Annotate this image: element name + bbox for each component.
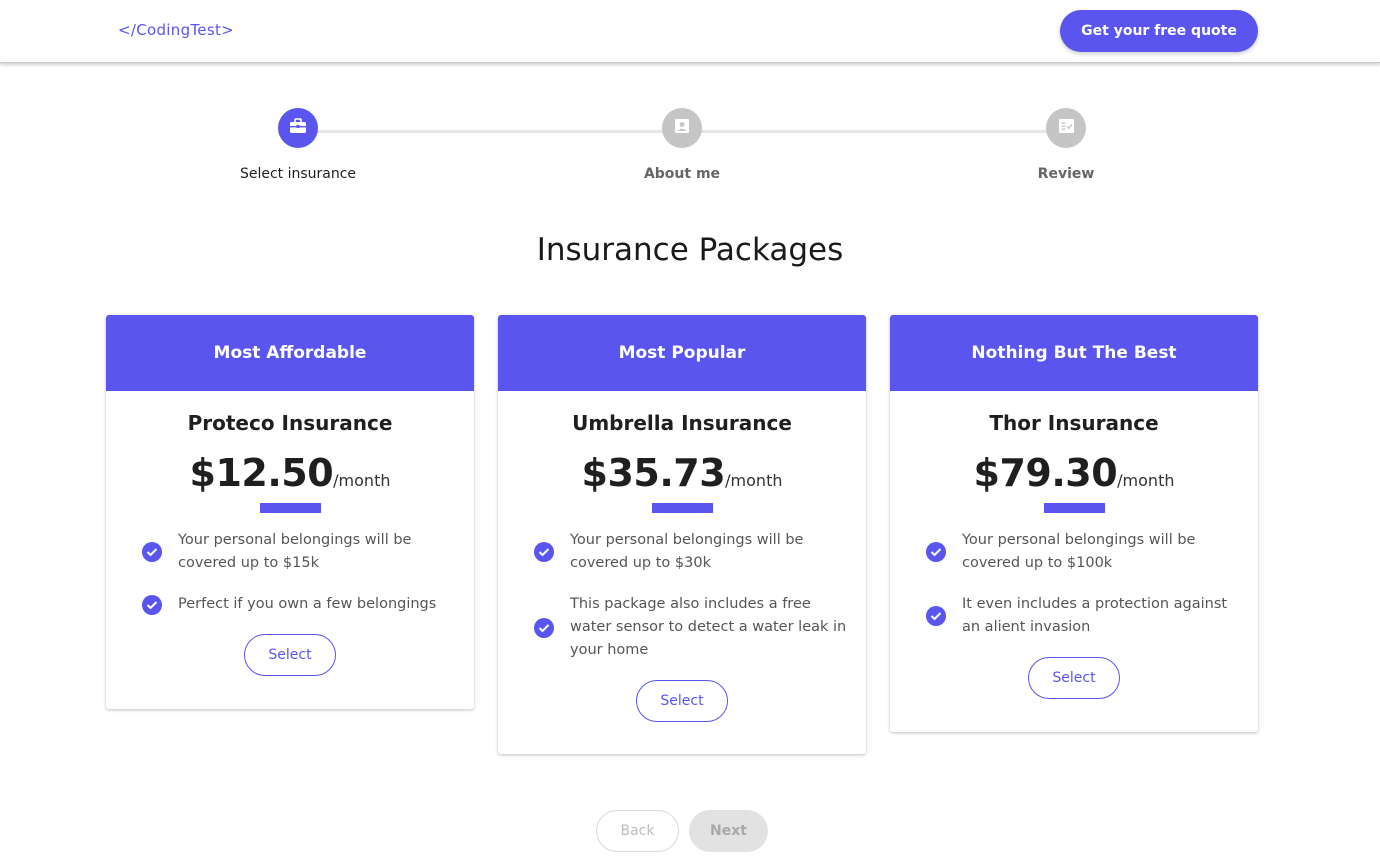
package-card: Most Affordable Proteco Insurance $12.50… — [106, 315, 474, 709]
feature-text: Your personal belongings will be covered… — [570, 532, 804, 571]
feature-item: Your personal belongings will be covered… — [908, 529, 1240, 575]
price-underline — [1043, 503, 1105, 513]
feature-text: This package also includes a free water … — [570, 596, 847, 658]
feature-list: Your personal belongings will be covered… — [890, 529, 1258, 639]
check-circle-icon — [926, 542, 946, 562]
price-underline — [259, 503, 321, 513]
next-button[interactable]: Next — [689, 810, 768, 852]
feature-item: It even includes a protection against an… — [908, 593, 1240, 639]
package-card: Nothing But The Best Thor Insurance $79.… — [890, 315, 1258, 732]
package-price: $35.73 — [581, 451, 726, 495]
price-row: $79.30/month — [890, 451, 1258, 495]
step-circle — [278, 108, 318, 148]
price-row: $12.50/month — [106, 451, 474, 495]
price-period: /month — [1117, 471, 1175, 490]
package-tier: Most Popular — [498, 315, 866, 391]
package-card: Most Popular Umbrella Insurance $35.73/m… — [498, 315, 866, 754]
feature-text: Your personal belongings will be covered… — [178, 532, 412, 571]
check-circle-icon — [926, 606, 946, 626]
step-circle — [1046, 108, 1086, 148]
feature-item: Your personal belongings will be covered… — [516, 529, 848, 575]
step-label: About me — [643, 166, 721, 182]
feature-list: Your personal belongings will be covered… — [106, 529, 474, 616]
select-button[interactable]: Select — [244, 634, 336, 676]
contact-card-icon — [674, 118, 690, 138]
feature-text: Your personal belongings will be covered… — [962, 532, 1196, 571]
feature-item: This package also includes a free water … — [516, 593, 848, 662]
package-price: $79.30 — [973, 451, 1118, 495]
feature-list: Your personal belongings will be covered… — [498, 529, 866, 662]
price-row: $35.73/month — [498, 451, 866, 495]
page-title: Insurance Packages — [536, 232, 844, 268]
price-period: /month — [725, 471, 783, 490]
feature-item: Perfect if you own a few belongings — [124, 593, 456, 616]
select-button[interactable]: Select — [636, 680, 728, 722]
select-button[interactable]: Select — [1028, 657, 1120, 699]
back-button[interactable]: Back — [596, 810, 679, 852]
feature-text: Perfect if you own a few belongings — [178, 596, 437, 612]
get-quote-button[interactable]: Get your free quote — [1060, 10, 1258, 52]
step-review: Review — [966, 108, 1166, 182]
top-header: </CodingTest> Get your free quote — [0, 0, 1380, 63]
checklist-icon — [1058, 118, 1075, 138]
logo[interactable]: </CodingTest> — [118, 21, 234, 39]
step-circle — [662, 108, 702, 148]
price-period: /month — [333, 471, 391, 490]
package-name: Thor Insurance — [989, 411, 1159, 435]
step-label: Review — [1037, 166, 1095, 182]
check-circle-icon — [534, 542, 554, 562]
check-circle-icon — [534, 617, 554, 638]
step-label: Select insurance — [239, 166, 357, 182]
feature-item: Your personal belongings will be covered… — [124, 529, 456, 575]
package-tier: Most Affordable — [106, 315, 474, 391]
package-price: $12.50 — [189, 451, 334, 495]
check-circle-icon — [142, 594, 162, 615]
briefcase-icon — [289, 118, 307, 138]
check-circle-icon — [142, 542, 162, 562]
package-name: Proteco Insurance — [187, 411, 393, 435]
step-about-me: About me — [582, 108, 782, 182]
package-tier: Nothing But The Best — [890, 315, 1258, 391]
feature-text: It even includes a protection against an… — [962, 596, 1228, 635]
price-underline — [651, 503, 713, 513]
step-select-insurance: Select insurance — [198, 108, 398, 182]
package-name: Umbrella Insurance — [572, 411, 792, 435]
